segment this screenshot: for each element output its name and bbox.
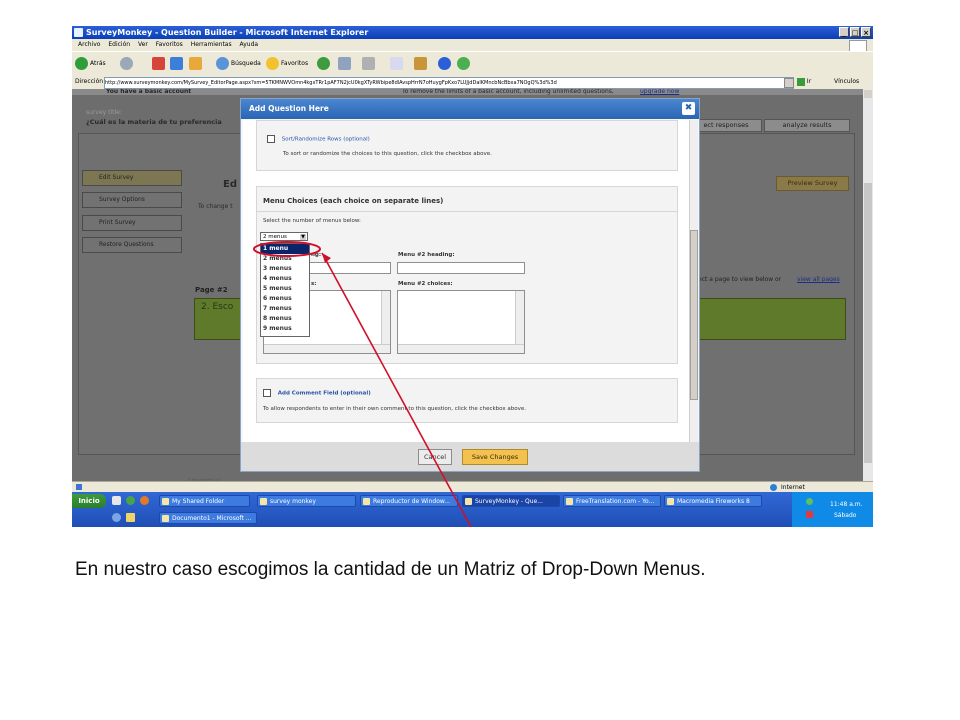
annotation-arrow-line <box>321 252 472 528</box>
highlight-ellipse <box>253 241 321 257</box>
annotation-arrowhead <box>322 253 331 263</box>
annotation-overlay <box>253 241 472 528</box>
caption-text: En nuestro caso escogimos la cantidad de… <box>75 559 706 580</box>
